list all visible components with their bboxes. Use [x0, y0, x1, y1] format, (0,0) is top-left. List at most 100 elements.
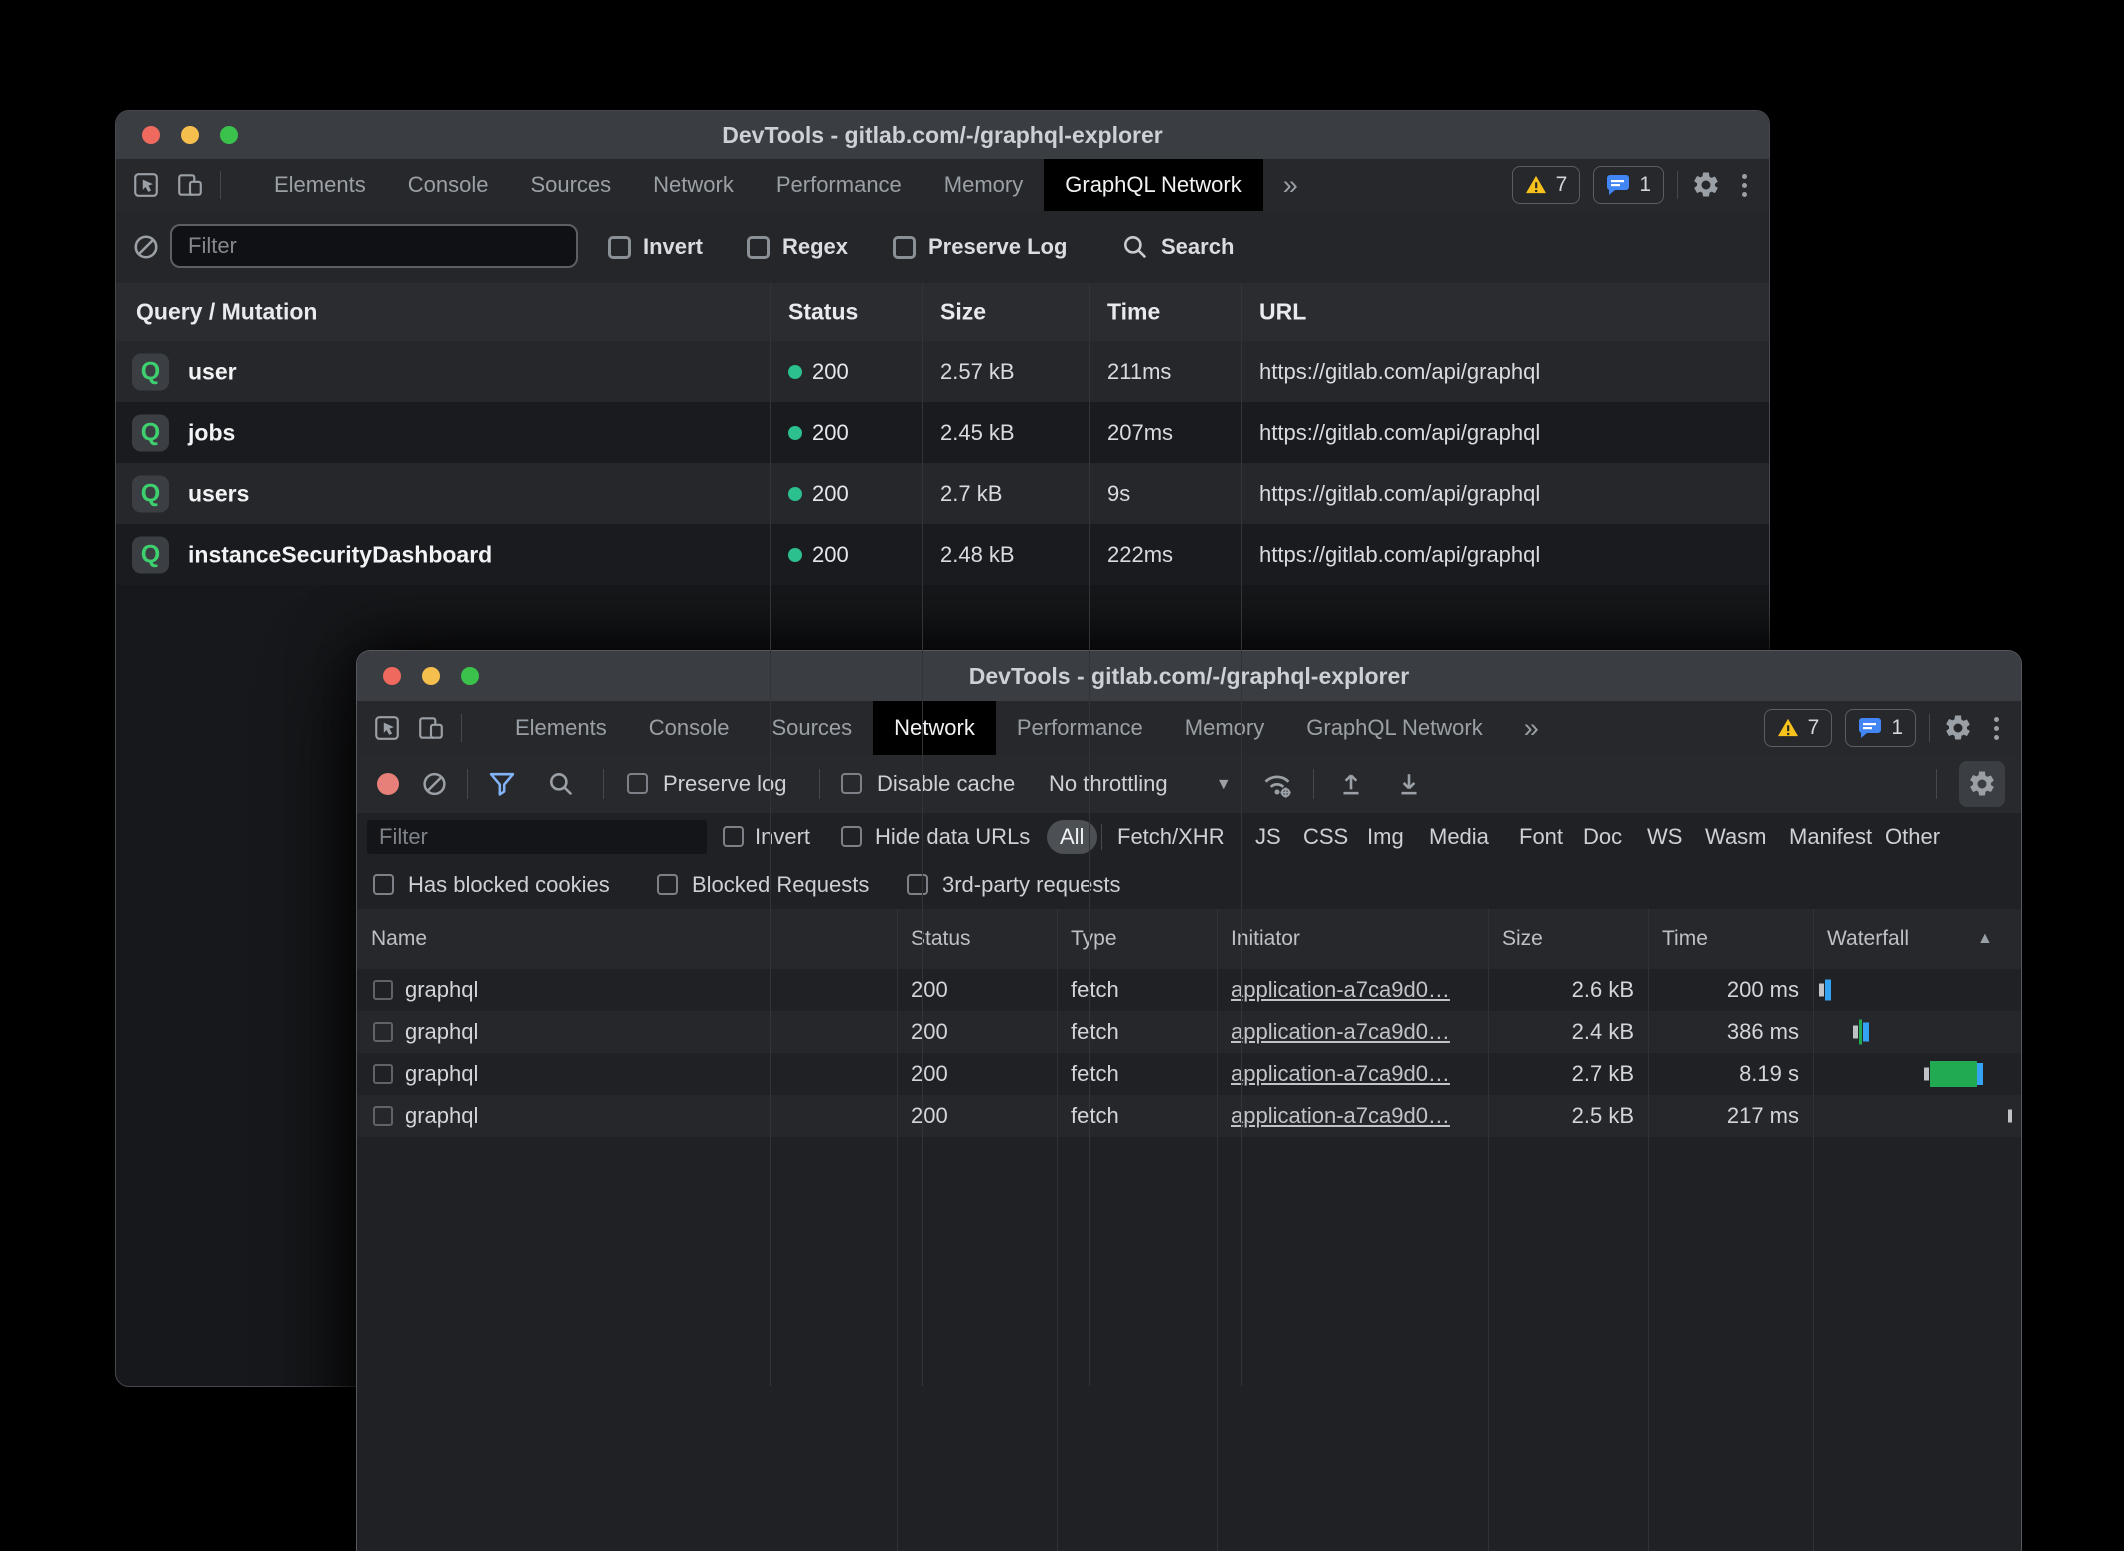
invert-checkbox[interactable]	[723, 826, 744, 847]
tab-memory[interactable]: Memory	[1164, 701, 1285, 755]
search-icon[interactable]	[547, 770, 575, 798]
search-icon[interactable]	[1121, 233, 1149, 261]
request-row[interactable]: graphql 200 fetch application-a7ca9d0… 2…	[357, 969, 2021, 1011]
more-tabs-icon[interactable]: »	[1504, 701, 1561, 755]
request-checkbox[interactable]	[373, 1064, 393, 1084]
query-row-user[interactable]: Q user 200 2.57 kB 211ms https://gitlab.…	[116, 341, 1769, 402]
type-filter-manifest[interactable]: Manifest	[1789, 824, 1872, 850]
chevron-down-icon[interactable]: ▾	[1219, 773, 1229, 796]
tab-sources[interactable]: Sources	[509, 159, 632, 211]
sort-ascending-icon[interactable]: ▲	[1977, 930, 1993, 948]
import-har-icon[interactable]	[1337, 770, 1365, 798]
column-header-size[interactable]: Size	[1502, 927, 1543, 951]
issues-badge[interactable]: 1	[1593, 166, 1664, 204]
hide-data-urls-checkbox[interactable]	[841, 826, 862, 847]
network-settings-button[interactable]	[1959, 761, 2005, 807]
column-resizer[interactable]	[922, 283, 923, 1386]
tab-console[interactable]: Console	[628, 701, 751, 755]
warnings-badge[interactable]: 7	[1764, 709, 1833, 747]
inspect-element-icon[interactable]	[373, 714, 401, 742]
query-row-instance-security-dashboard[interactable]: Q instanceSecurityDashboard 200 2.48 kB …	[116, 524, 1769, 585]
filter-input[interactable]	[367, 820, 707, 854]
column-header-time[interactable]: Time	[1107, 299, 1160, 326]
column-resizer[interactable]	[1217, 909, 1218, 1551]
block-requests-icon[interactable]	[132, 233, 160, 261]
export-har-icon[interactable]	[1395, 770, 1423, 798]
tab-console[interactable]: Console	[387, 159, 510, 211]
query-row-jobs[interactable]: Q jobs 200 2.45 kB 207ms https://gitlab.…	[116, 402, 1769, 463]
tab-network[interactable]: Network	[873, 701, 996, 755]
request-row[interactable]: graphql 200 fetch application-a7ca9d0… 2…	[357, 1095, 2021, 1137]
request-checkbox[interactable]	[373, 980, 393, 1000]
column-header-name[interactable]: Name	[371, 927, 427, 951]
tab-sources[interactable]: Sources	[750, 701, 873, 755]
type-filter-ws[interactable]: WS	[1647, 824, 1682, 850]
column-resizer[interactable]	[770, 283, 771, 1386]
type-filter-css[interactable]: CSS	[1303, 824, 1348, 850]
warnings-badge[interactable]: 7	[1512, 166, 1581, 204]
network-conditions-icon[interactable]	[1261, 768, 1293, 800]
more-options-kebab-icon[interactable]	[1734, 174, 1755, 197]
titlebar[interactable]: DevTools - gitlab.com/-/graphql-explorer	[357, 651, 2021, 702]
record-network-log-icon[interactable]	[377, 773, 399, 795]
type-filter-fetch-xhr[interactable]: Fetch/XHR	[1117, 824, 1225, 850]
device-toolbar-icon[interactable]	[417, 714, 445, 742]
more-tabs-icon[interactable]: »	[1263, 159, 1320, 211]
has-blocked-cookies-checkbox[interactable]	[373, 874, 394, 895]
column-header-url[interactable]: URL	[1259, 299, 1306, 326]
tab-memory[interactable]: Memory	[923, 159, 1044, 211]
initiator-link[interactable]: application-a7ca9d0…	[1231, 1061, 1450, 1087]
type-filter-img[interactable]: Img	[1367, 824, 1404, 850]
column-resizer[interactable]	[1488, 909, 1489, 1551]
settings-gear-icon[interactable]	[1691, 170, 1721, 200]
column-resizer[interactable]	[1241, 283, 1242, 1386]
more-options-kebab-icon[interactable]	[1986, 717, 2007, 740]
column-resizer[interactable]	[1089, 283, 1090, 1386]
request-name[interactable]: graphql	[405, 1103, 478, 1129]
disable-cache-checkbox[interactable]	[841, 773, 862, 794]
request-row[interactable]: graphql 200 fetch application-a7ca9d0… 2…	[357, 1053, 2021, 1095]
type-filter-media[interactable]: Media	[1429, 824, 1489, 850]
type-filter-js[interactable]: JS	[1255, 824, 1281, 850]
column-header-waterfall[interactable]: Waterfall	[1827, 927, 1909, 951]
preserve-log-checkbox[interactable]	[627, 773, 648, 794]
tab-graphql-network[interactable]: GraphQL Network	[1285, 701, 1503, 755]
filter-funnel-icon[interactable]	[487, 769, 517, 799]
preserve-log-checkbox[interactable]	[893, 236, 916, 259]
column-resizer[interactable]	[1057, 909, 1058, 1551]
column-header-status[interactable]: Status	[911, 927, 971, 951]
device-toolbar-icon[interactable]	[176, 171, 204, 199]
request-name[interactable]: graphql	[405, 977, 478, 1003]
issues-badge[interactable]: 1	[1845, 709, 1916, 747]
query-row-users[interactable]: Q users 200 2.7 kB 9s https://gitlab.com…	[116, 463, 1769, 524]
type-filter-other[interactable]: Other	[1885, 824, 1940, 850]
inspect-element-icon[interactable]	[132, 171, 160, 199]
search-label[interactable]: Search	[1161, 234, 1234, 260]
tab-graphql-network[interactable]: GraphQL Network	[1044, 159, 1262, 211]
tab-elements[interactable]: Elements	[494, 701, 628, 755]
initiator-link[interactable]: application-a7ca9d0…	[1231, 977, 1450, 1003]
type-filter-doc[interactable]: Doc	[1583, 824, 1622, 850]
blocked-requests-checkbox[interactable]	[657, 874, 678, 895]
request-checkbox[interactable]	[373, 1106, 393, 1126]
throttling-select[interactable]: No throttling	[1049, 771, 1168, 797]
request-row[interactable]: graphql 200 fetch application-a7ca9d0… 2…	[357, 1011, 2021, 1053]
column-resizer[interactable]	[897, 909, 898, 1551]
type-filter-font[interactable]: Font	[1519, 824, 1563, 850]
column-resizer[interactable]	[1813, 909, 1814, 1551]
settings-gear-icon[interactable]	[1943, 713, 1973, 743]
titlebar[interactable]: DevTools - gitlab.com/-/graphql-explorer	[116, 111, 1769, 160]
initiator-link[interactable]: application-a7ca9d0…	[1231, 1019, 1450, 1045]
invert-checkbox[interactable]	[608, 236, 631, 259]
regex-checkbox[interactable]	[747, 236, 770, 259]
request-name[interactable]: graphql	[405, 1019, 478, 1045]
initiator-link[interactable]: application-a7ca9d0…	[1231, 1103, 1450, 1129]
tab-network[interactable]: Network	[632, 159, 755, 211]
third-party-requests-checkbox[interactable]	[907, 874, 928, 895]
tab-elements[interactable]: Elements	[253, 159, 387, 211]
filter-input[interactable]	[170, 224, 578, 268]
request-checkbox[interactable]	[373, 1022, 393, 1042]
tab-performance[interactable]: Performance	[996, 701, 1164, 755]
column-resizer[interactable]	[1648, 909, 1649, 1551]
column-header-type[interactable]: Type	[1071, 927, 1117, 951]
